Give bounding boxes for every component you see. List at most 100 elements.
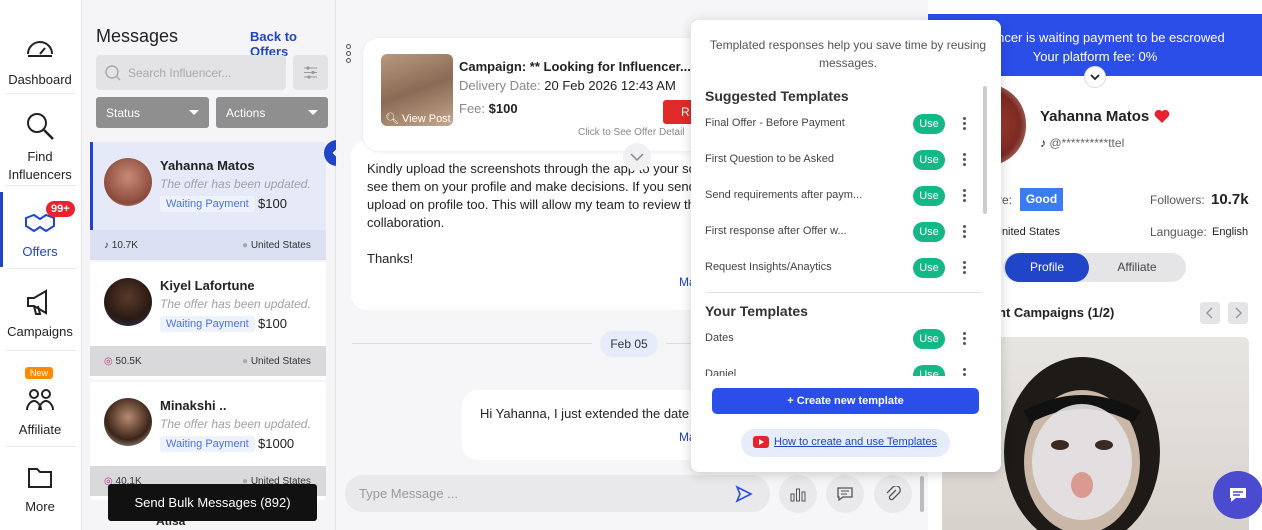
message-bubble: Hi Yahanna, I just extended the date of … — [462, 390, 712, 460]
bar-chart-icon — [790, 488, 806, 502]
chat-template-icon — [837, 487, 853, 502]
template-name: First Question to be Asked — [705, 153, 835, 165]
template-row[interactable]: First response after Offer w... Use — [705, 222, 975, 242]
tiktok-icon: ♪ — [1040, 136, 1046, 150]
tab-profile[interactable]: Profile — [1005, 253, 1089, 282]
megaphone-icon — [27, 289, 47, 315]
kebab-menu-icon[interactable] — [963, 187, 967, 205]
nav-find-influencers[interactable]: Find Influencers — [0, 110, 80, 184]
next-campaign-button[interactable] — [1228, 302, 1248, 324]
offer-hint: Click to See Offer Detail — [578, 127, 685, 138]
conversation-footer: ◎ 50.5K ● United States — [90, 346, 326, 376]
use-template-button[interactable]: Use — [913, 222, 945, 242]
nav-more[interactable]: More — [0, 461, 80, 514]
nav-campaigns[interactable]: Campaigns — [0, 286, 80, 339]
send-icon[interactable] — [735, 485, 753, 503]
collapse-banner-button[interactable] — [1084, 66, 1106, 88]
use-template-button[interactable]: Use — [913, 114, 945, 134]
message-bubble: Kindly upload the screenshots through th… — [351, 140, 711, 310]
tiktok-icon: ♪ — [104, 240, 109, 251]
conversation-item[interactable]: Yahanna Matos The offer has been updated… — [90, 142, 326, 260]
folder-icon — [28, 468, 52, 488]
chevron-down-icon — [630, 153, 644, 162]
conversation-item[interactable]: Minakshi .. The offer has been updated. … — [90, 382, 326, 500]
filter-button[interactable] — [293, 55, 328, 90]
template-row[interactable]: First Question to be Asked Use — [705, 150, 975, 170]
followers-value: 10.7k — [1211, 191, 1249, 208]
kebab-menu-icon[interactable] — [963, 330, 967, 348]
tab-affiliate[interactable]: Affiliate — [1095, 253, 1179, 282]
template-name: Final Offer - Before Payment — [705, 117, 845, 129]
chat-scrollbar[interactable] — [920, 476, 924, 512]
attach-button[interactable] — [874, 475, 912, 513]
nav-affiliate-label: Affiliate — [18, 422, 62, 437]
left-nav: Dashboard Find Influencers Offers 99+ Ca… — [0, 0, 82, 530]
template-name: First response after Offer w... — [705, 225, 847, 237]
use-template-button[interactable]: Use — [913, 258, 945, 278]
templates-scrollbar[interactable] — [983, 86, 987, 214]
templates-popup: Templated responses help you save time b… — [691, 20, 1001, 472]
message-input[interactable]: Type Message ... — [345, 475, 770, 512]
kebab-menu-icon[interactable] — [963, 259, 967, 277]
messages-title: Messages — [96, 26, 179, 46]
nav-find-influencers-label: Find Influencers — [8, 149, 72, 182]
template-row[interactable]: Daniel Use — [705, 365, 975, 376]
view-post-label: 🔍︎ View Post — [385, 113, 451, 125]
influencer-name: Yahanna Matos — [1040, 108, 1150, 125]
profile-tabs: Profile Affiliate — [1003, 253, 1186, 282]
offer-card[interactable]: 🔍︎ View Post Campaign: ** Looking for In… — [363, 38, 709, 151]
offers-count-badge: 99+ — [46, 201, 75, 217]
use-template-button[interactable]: Use — [913, 365, 945, 376]
kebab-menu-icon[interactable] — [963, 223, 967, 241]
send-bulk-messages-button[interactable]: Send Bulk Messages (892) — [108, 484, 317, 521]
country: United States — [994, 226, 1061, 238]
conversation-item[interactable]: Kiyel Lafortune The offer has been updat… — [90, 262, 326, 380]
conversation-name: Minakshi .. — [160, 398, 227, 413]
dashboard-icon — [27, 41, 53, 57]
how-to-templates-link[interactable]: How to create and use Templates — [741, 429, 950, 457]
template-row[interactable]: Dates Use — [705, 329, 975, 349]
kebab-menu-icon[interactable] — [963, 366, 967, 376]
search-input[interactable]: Search Influencer... — [96, 55, 286, 90]
chevron-right-icon — [1235, 307, 1243, 319]
template-row[interactable]: Final Offer - Before Payment Use — [705, 114, 975, 134]
status-badge: Waiting Payment — [160, 316, 255, 332]
expand-offer-button[interactable] — [623, 143, 651, 171]
template-list-clip: Daniel Use — [691, 362, 987, 376]
templates-intro: Templated responses help you save time b… — [709, 38, 987, 70]
kebab-menu-icon[interactable] — [963, 115, 967, 133]
search-icon — [27, 113, 54, 140]
date-separator: Feb 05 — [600, 331, 658, 357]
use-template-button[interactable]: Use — [913, 186, 945, 206]
more-options-icon[interactable] — [346, 44, 358, 66]
heart-icon[interactable] — [1154, 109, 1170, 124]
use-template-button[interactable]: Use — [913, 150, 945, 170]
conversation-preview: The offer has been updated. — [160, 177, 311, 191]
people-icon — [26, 389, 54, 411]
status-dropdown[interactable]: Status — [96, 97, 209, 128]
kebab-menu-icon[interactable] — [963, 151, 967, 169]
avatar — [104, 398, 152, 446]
create-template-button[interactable]: + Create new template — [712, 388, 979, 414]
chevron-left-icon — [1205, 307, 1213, 319]
template-name: Send requirements after paym... — [705, 189, 863, 201]
actions-dropdown[interactable]: Actions — [216, 97, 328, 128]
nav-affiliate[interactable]: Affiliate — [0, 384, 80, 437]
nav-dashboard[interactable]: Dashboard — [0, 34, 80, 87]
template-row[interactable]: Request Insights/Anaytics Use — [705, 258, 975, 278]
message-text: Hi Yahanna, I just extended the date of … — [480, 406, 712, 421]
delivery-date: Delivery Date: 20 Feb 2026 12:43 AM — [459, 78, 676, 93]
template-row[interactable]: Send requirements after paym... Use — [705, 186, 975, 206]
conversation-preview: The offer has been updated. — [160, 417, 311, 431]
instagram-icon: ◎ — [104, 356, 113, 367]
message-signoff: Thanks! — [367, 251, 414, 266]
use-template-button[interactable]: Use — [913, 329, 945, 349]
status-badge: Waiting Payment — [160, 436, 255, 452]
message-line: collaboration. — [367, 215, 445, 230]
prev-campaign-button[interactable] — [1200, 302, 1220, 324]
support-chat-button[interactable] — [1213, 471, 1262, 519]
offer-amount: $100 — [258, 316, 287, 331]
post-thumbnail[interactable]: 🔍︎ View Post — [381, 54, 453, 126]
templates-button[interactable] — [826, 475, 864, 513]
analytics-button[interactable] — [779, 475, 817, 513]
